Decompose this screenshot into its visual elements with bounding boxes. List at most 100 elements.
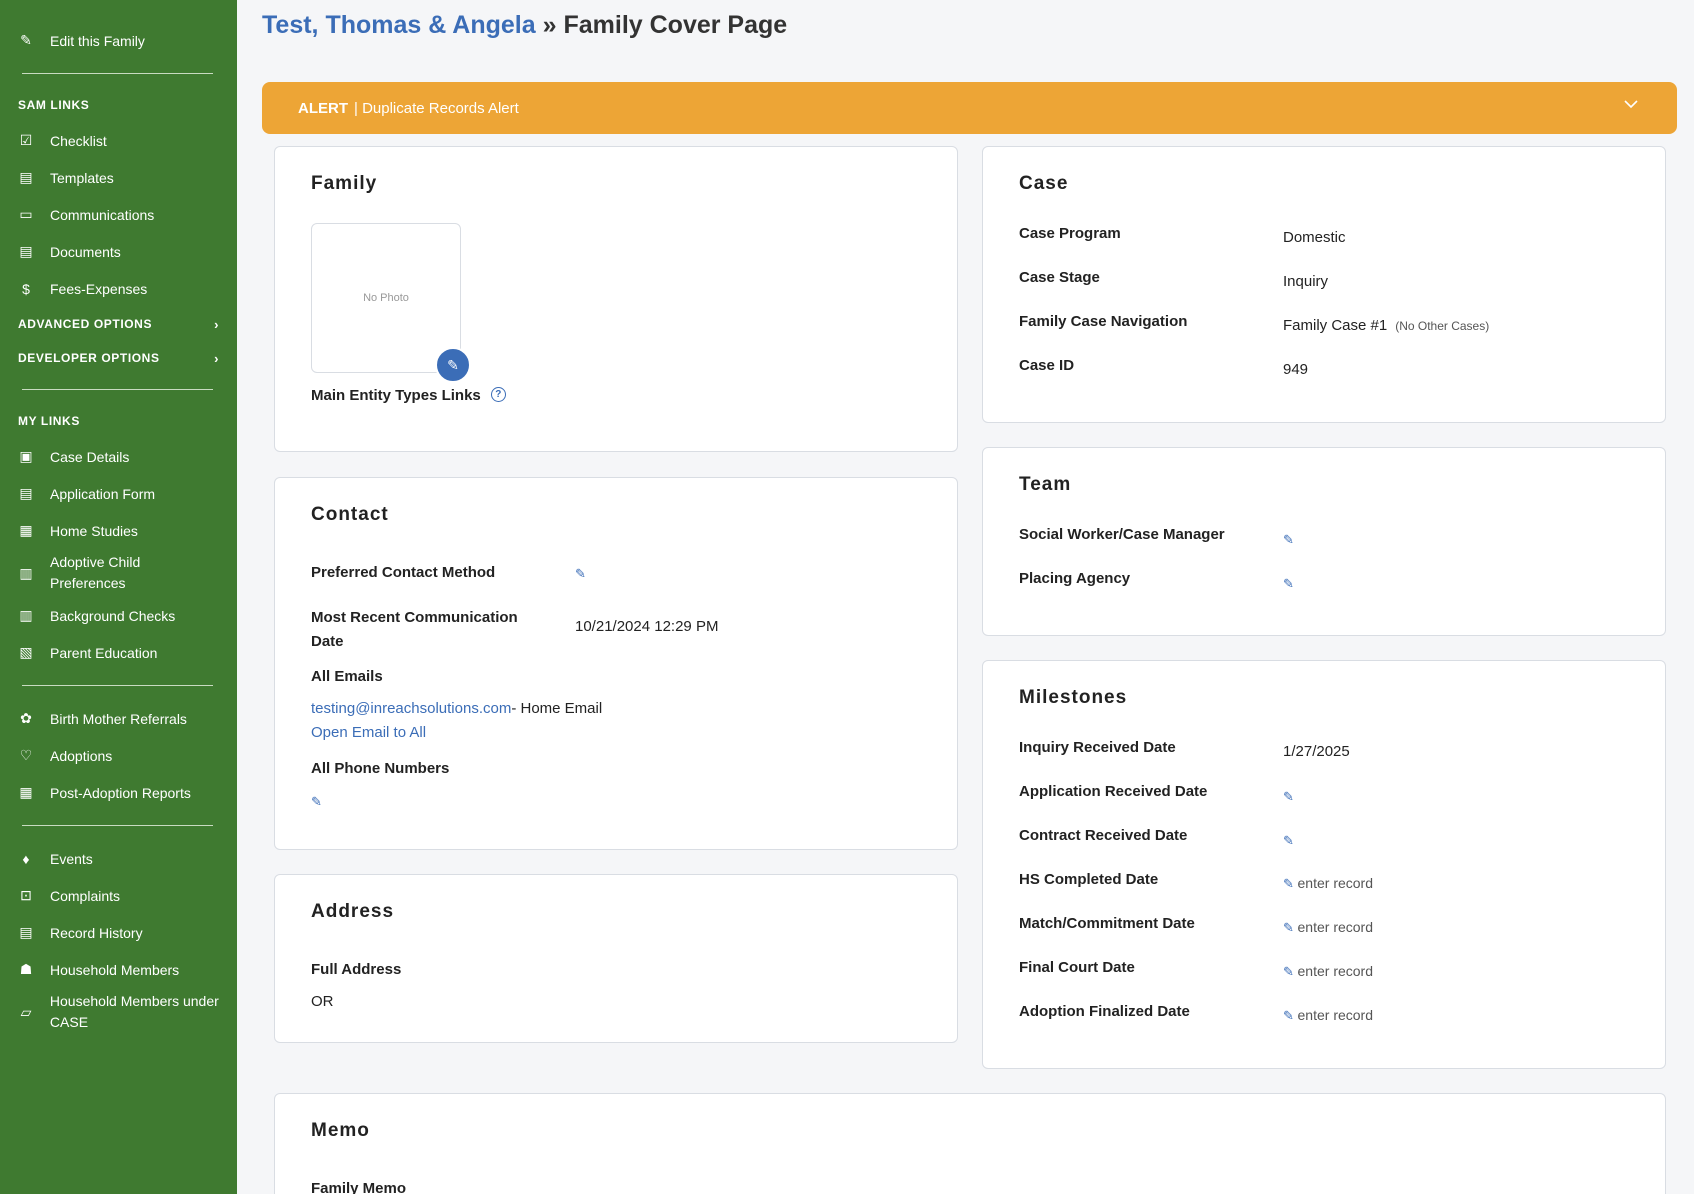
sidebar-item-adoptions[interactable]: ♡ Adoptions <box>0 737 237 774</box>
sidebar-item-label: Parent Education <box>50 644 158 661</box>
hs-enter-record[interactable]: ✎ enter record <box>1283 875 1373 892</box>
help-icon[interactable]: ? <box>490 387 506 402</box>
title-separator: » <box>542 11 557 39</box>
address-card: Address Full Address OR <box>274 874 958 1043</box>
case-program-value: Domestic <box>1283 229 1346 246</box>
sidebar-item-complaints[interactable]: ⊡ Complaints <box>0 877 237 914</box>
sidebar-item-parent-education[interactable]: ▧ Parent Education <box>0 634 237 671</box>
sidebar-item-label: Fees-Expenses <box>50 280 148 297</box>
sidebar-item-fees-expenses[interactable]: $ Fees-Expenses <box>0 270 237 307</box>
lightbulb-icon: ♦ <box>22 850 30 867</box>
recent-communication-label-2: Date <box>311 633 344 650</box>
case-stage-row: Case Stage <box>1019 269 1100 286</box>
chat-icon: ▭ <box>19 206 33 222</box>
all-phones-row: All Phone Numbers <box>311 760 449 777</box>
case-card: Case Case Program Domestic Case Stage In… <box>982 146 1666 423</box>
finalized-enter-record[interactable]: ✎ enter record <box>1283 1007 1373 1024</box>
sidebar-item-home-studies[interactable]: ▦ Home Studies <box>0 512 237 549</box>
edit-placing-agency-icon[interactable]: ✎ <box>1283 576 1294 592</box>
sidebar: ✎ Edit this Family SAM LINKS ☑ Checklist… <box>0 0 237 1194</box>
sidebar-item-label: Events <box>50 850 93 867</box>
email-row: testing@inreachsolutions.com - Home Emai… <box>311 700 602 717</box>
edit-social-worker-icon[interactable]: ✎ <box>1283 532 1294 548</box>
match-enter-record[interactable]: ✎ enter record <box>1283 919 1373 936</box>
placing-agency-label: Placing Agency <box>1019 570 1131 587</box>
sidebar-item-label: Communications <box>50 206 155 223</box>
sidebar-item-record-history[interactable]: ▤ Record History <box>0 914 237 951</box>
inquiry-row: Inquiry Received Date <box>1019 739 1176 756</box>
full-address-label: Full Address <box>311 961 402 978</box>
family-title: Family <box>311 173 378 194</box>
case-nav-row: Family Case Navigation <box>1019 313 1187 330</box>
recent-communication-row: Most Recent Communication Date <box>311 606 518 654</box>
edit-contract-date-icon[interactable]: ✎ <box>1283 833 1294 849</box>
preferred-contact-label: Preferred Contact Method <box>311 564 496 581</box>
sidebar-item-post-adoption-reports[interactable]: ▦ Post-Adoption Reports <box>0 774 237 811</box>
sidebar-item-application-form[interactable]: ▤ Application Form <box>0 475 237 512</box>
case-id-row: Case ID <box>1019 357 1074 374</box>
contact-card: Contact Preferred Contact Method ✎ Most … <box>274 477 958 850</box>
contact-title: Contact <box>311 504 389 525</box>
sidebar-item-label: Complaints <box>50 887 121 904</box>
case-stage-value: Inquiry <box>1283 273 1329 290</box>
edit-photo-button[interactable]: ✎ <box>435 347 471 383</box>
edit-phone-icon[interactable]: ✎ <box>311 794 322 810</box>
sidebar-item-edit-family[interactable]: ✎ Edit this Family <box>0 22 237 59</box>
sidebar-item-label: Documents <box>50 243 121 260</box>
pencil-icon: ✎ <box>1283 964 1298 979</box>
all-phones-label: All Phone Numbers <box>311 760 450 777</box>
developer-options-toggle[interactable]: DEVELOPER OPTIONS › <box>0 341 237 375</box>
sam-links-heading: SAM LINKS <box>18 98 90 112</box>
finalized-row: Adoption Finalized Date <box>1019 1003 1190 1020</box>
address-value-row: OR <box>311 993 334 1010</box>
list-icon: ▦ <box>19 784 33 800</box>
sidebar-item-case-details[interactable]: ▣ Case Details <box>0 438 237 475</box>
pencil-icon: ✎ <box>1283 1008 1298 1023</box>
court-label: Final Court Date <box>1019 959 1135 976</box>
case-nav-value[interactable]: Family Case #1 (No Other Cases) <box>1283 317 1489 334</box>
family-memo-row: Family Memo <box>311 1180 406 1194</box>
application-label: Application Received Date <box>1019 783 1208 800</box>
history-icon: ▤ <box>19 924 33 940</box>
social-worker-label: Social Worker/Case Manager <box>1019 526 1225 543</box>
inquiry-value: 1/27/2025 <box>1283 743 1350 760</box>
milestones-card: Milestones Inquiry Received Date 1/27/20… <box>982 660 1666 1069</box>
duplicate-records-alert[interactable]: ALERT | Duplicate Records Alert <box>262 82 1677 134</box>
hs-label: HS Completed Date <box>1019 871 1159 888</box>
case-nav-note: (No Other Cases) <box>1395 319 1490 333</box>
match-label: Match/Commitment Date <box>1019 915 1195 932</box>
certificate-icon: ▧ <box>19 644 33 660</box>
checklist-icon: ☑ <box>19 132 33 148</box>
sidebar-item-checklist[interactable]: ☑ Checklist <box>0 122 237 159</box>
case-stage-label: Case Stage <box>1019 269 1100 286</box>
address-title: Address <box>311 901 395 922</box>
contract-row: Contract Received Date <box>1019 827 1187 844</box>
sidebar-item-birth-mother-referrals[interactable]: ✿ Birth Mother Referrals <box>0 700 237 737</box>
alert-text: | Duplicate Records Alert <box>354 99 519 117</box>
flower-icon: ✿ <box>20 710 32 726</box>
advanced-options-toggle[interactable]: ADVANCED OPTIONS › <box>0 307 237 341</box>
family-link[interactable]: Test, Thomas & Angela <box>262 11 536 39</box>
my-links-heading: MY LINKS <box>18 414 80 428</box>
sidebar-item-background-checks[interactable]: ▥ Background Checks <box>0 597 237 634</box>
edit-application-date-icon[interactable]: ✎ <box>1283 789 1294 805</box>
chevron-right-icon: › <box>214 350 219 366</box>
sidebar-item-adoptive-child-preferences[interactable]: ▥ Adoptive Child Preferences <box>0 549 237 597</box>
folder-open-icon: ▱ <box>20 1003 32 1020</box>
main-content: Test, Thomas & Angela » Family Cover Pag… <box>237 0 1694 1194</box>
court-row: Final Court Date <box>1019 959 1135 976</box>
sidebar-item-household-members[interactable]: ☗ Household Members <box>0 951 237 988</box>
sidebar-item-label: Edit this Family <box>50 32 145 49</box>
memo-title: Memo <box>311 1120 370 1141</box>
court-enter-record[interactable]: ✎ enter record <box>1283 963 1373 980</box>
case-title: Case <box>1019 173 1069 194</box>
open-email-to-all-link[interactable]: Open Email to All <box>311 724 426 741</box>
gift-icon: ▥ <box>19 564 33 581</box>
sidebar-item-communications[interactable]: ▭ Communications <box>0 196 237 233</box>
sidebar-item-documents[interactable]: ▤ Documents <box>0 233 237 270</box>
sidebar-item-templates[interactable]: ▤ Templates <box>0 159 237 196</box>
sidebar-item-household-members-under-case[interactable]: ▱ Household Members under CASE <box>0 988 237 1036</box>
email-link[interactable]: testing@inreachsolutions.com <box>311 700 511 717</box>
edit-preferred-contact-icon[interactable]: ✎ <box>575 566 586 582</box>
sidebar-item-events[interactable]: ♦ Events <box>0 840 237 877</box>
